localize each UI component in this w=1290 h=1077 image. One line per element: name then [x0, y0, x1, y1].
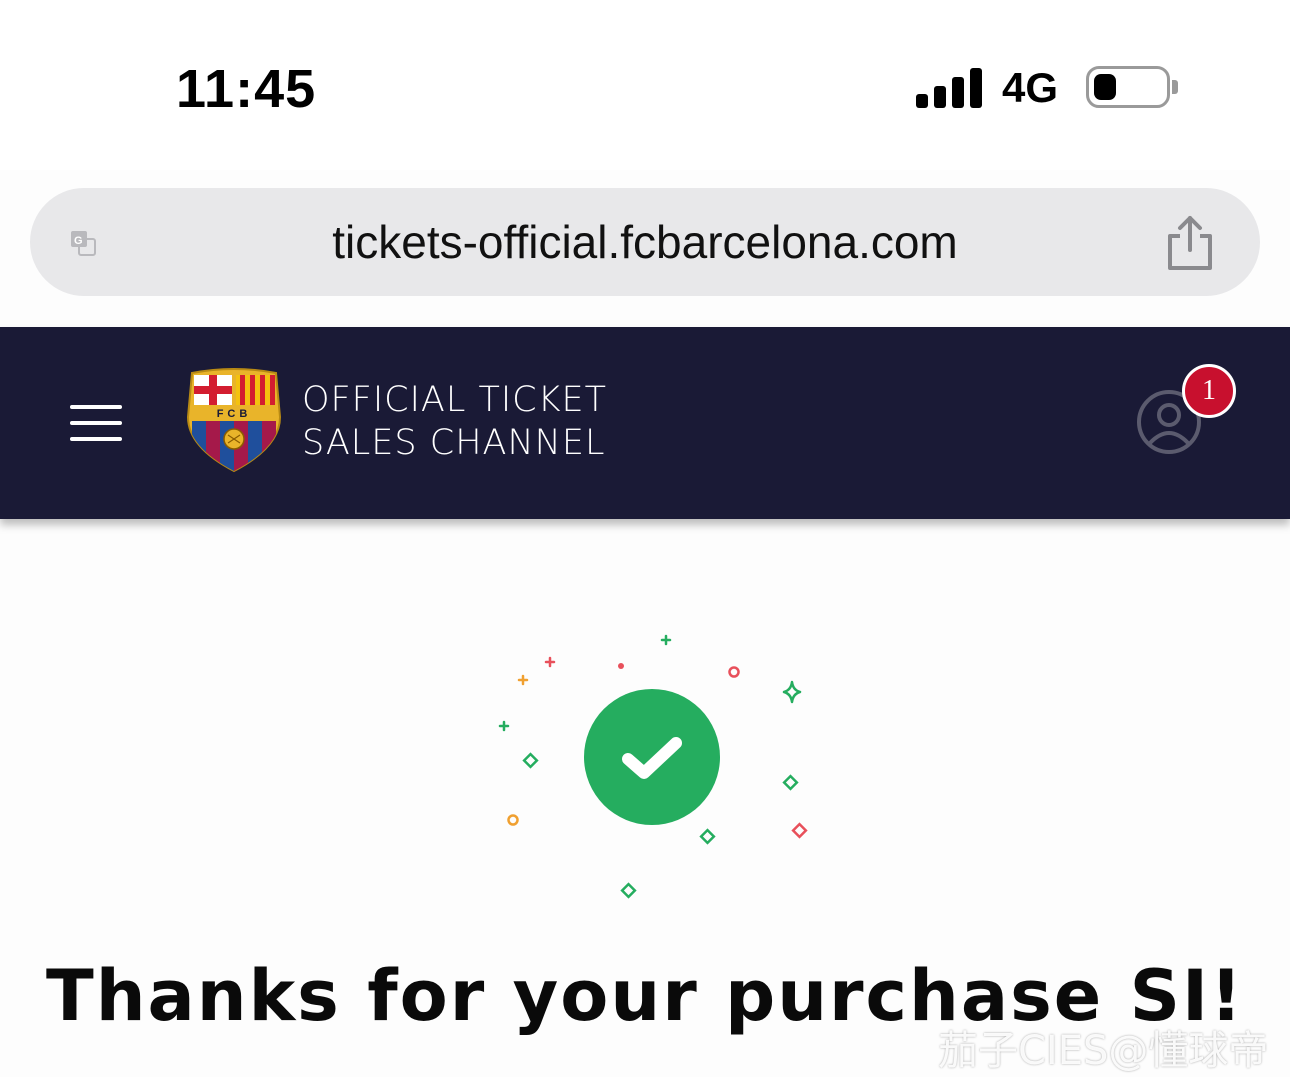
status-bar: 11:45 4G — [0, 0, 1290, 170]
network-type: 4G — [1002, 64, 1059, 111]
url-text[interactable]: tickets-official.fcbarcelona.com — [30, 188, 1260, 296]
battery-cap — [1172, 80, 1178, 94]
menu-icon[interactable] — [70, 405, 122, 441]
crest-text: FCB — [217, 408, 252, 420]
brand-title-line2: SALES CHANNEL — [302, 423, 606, 463]
brand-title-line1: OFFICIAL TICKET — [302, 380, 608, 420]
site-header: FCB OFFICIAL TICKET SALES CHANNEL 1 — [0, 327, 1290, 519]
status-time: 11:45 — [176, 59, 317, 119]
share-icon[interactable] — [1162, 214, 1218, 272]
fcb-crest-logo[interactable]: FCB — [184, 367, 284, 473]
cellular-signal-icon — [916, 66, 982, 108]
checkmark-icon — [622, 737, 682, 779]
watermark: 茄子CIES@懂球帝 — [938, 1028, 1269, 1074]
brand-title: OFFICIAL TICKET SALES CHANNEL — [302, 379, 607, 465]
battery-icon — [1086, 66, 1170, 108]
notification-badge[interactable]: 1 — [1182, 364, 1236, 418]
success-check-icon — [584, 689, 720, 825]
address-bar[interactable]: G tickets-official.fcbarcelona.com — [30, 188, 1260, 296]
